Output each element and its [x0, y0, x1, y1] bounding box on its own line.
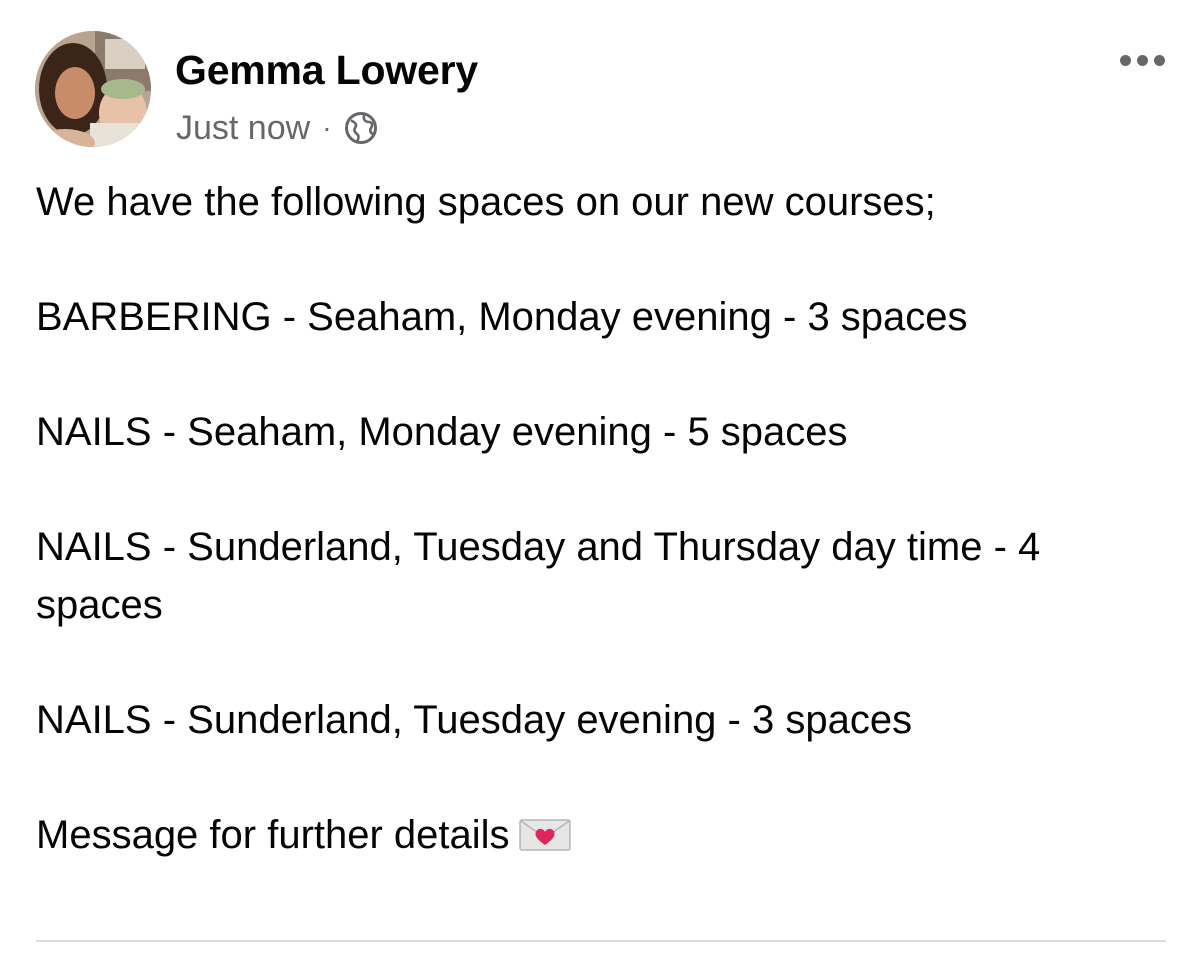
- more-options-icon[interactable]: [1112, 42, 1172, 78]
- post-body: We have the following spaces on our new …: [36, 173, 1166, 921]
- meta-separator: ·: [322, 112, 332, 143]
- author-name[interactable]: Gemma Lowery: [175, 47, 478, 94]
- post-meta: Just now ·: [176, 108, 378, 148]
- timestamp[interactable]: Just now: [176, 109, 310, 148]
- post-intro: We have the following spaces on our new …: [36, 180, 936, 224]
- love-letter-icon: [518, 819, 571, 851]
- more-dot: [1119, 54, 1131, 66]
- course-line: NAILS - Sunderland, Tuesday evening - 3 …: [36, 698, 913, 742]
- course-line: BARBERING - Seaham, Monday evening - 3 s…: [36, 295, 968, 339]
- more-dot: [1136, 54, 1148, 66]
- facebook-post: Gemma Lowery Just now · We have the foll…: [0, 0, 1200, 962]
- divider: [36, 940, 1166, 942]
- post-closing: Message for further details: [36, 806, 1166, 864]
- closing-text: Message for further details: [36, 813, 510, 857]
- more-dot: [1153, 54, 1165, 66]
- avatar[interactable]: [35, 31, 151, 147]
- course-line: NAILS - Sunderland, Tuesday and Thursday…: [36, 525, 1041, 627]
- course-line: NAILS - Seaham, Monday evening - 5 space…: [36, 410, 848, 454]
- avatar-photo: [35, 31, 151, 147]
- globe-icon[interactable]: [344, 111, 378, 145]
